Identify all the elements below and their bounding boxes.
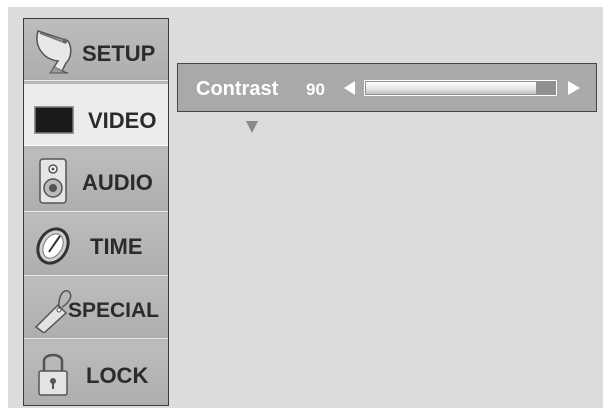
decrease-arrow-icon[interactable] <box>344 81 355 95</box>
clock-icon <box>36 227 70 265</box>
menu-label-audio: AUDIO <box>82 170 153 195</box>
contrast-label: Contrast <box>196 78 279 100</box>
tv-screen-icon <box>34 106 74 134</box>
contrast-slider-fill <box>366 82 536 94</box>
menu-item-audio[interactable]: AUDIO <box>24 150 168 212</box>
menu-label-video: VIDEO <box>88 108 157 133</box>
satellite-dish-icon <box>36 30 72 74</box>
padlock-icon <box>38 353 68 396</box>
menu-item-lock[interactable]: LOCK <box>24 341 168 405</box>
menu-label-setup: SETUP <box>82 41 156 66</box>
menu-label-time: TIME <box>90 234 143 259</box>
menu-item-special[interactable]: SPECIAL <box>24 277 168 339</box>
menu-item-video[interactable]: VIDEO <box>24 84 168 146</box>
menu-item-time[interactable]: TIME <box>24 214 168 276</box>
contrast-slider[interactable] <box>364 80 557 96</box>
menu-item-setup[interactable]: SETUP <box>24 19 168 81</box>
speaker-icon <box>39 158 67 204</box>
osd-menu-sidebar: SETUP VIDEO AUDIO TIME SPECIAL LOCK <box>23 18 169 406</box>
menu-label-lock: LOCK <box>86 363 149 388</box>
increase-arrow-icon[interactable] <box>568 81 580 95</box>
menu-label-special: SPECIAL <box>68 299 160 322</box>
contrast-value: 90 <box>306 80 325 99</box>
contrast-adjust-bar: Contrast 90 <box>177 63 597 112</box>
scroll-down-arrow-icon[interactable] <box>246 121 258 133</box>
